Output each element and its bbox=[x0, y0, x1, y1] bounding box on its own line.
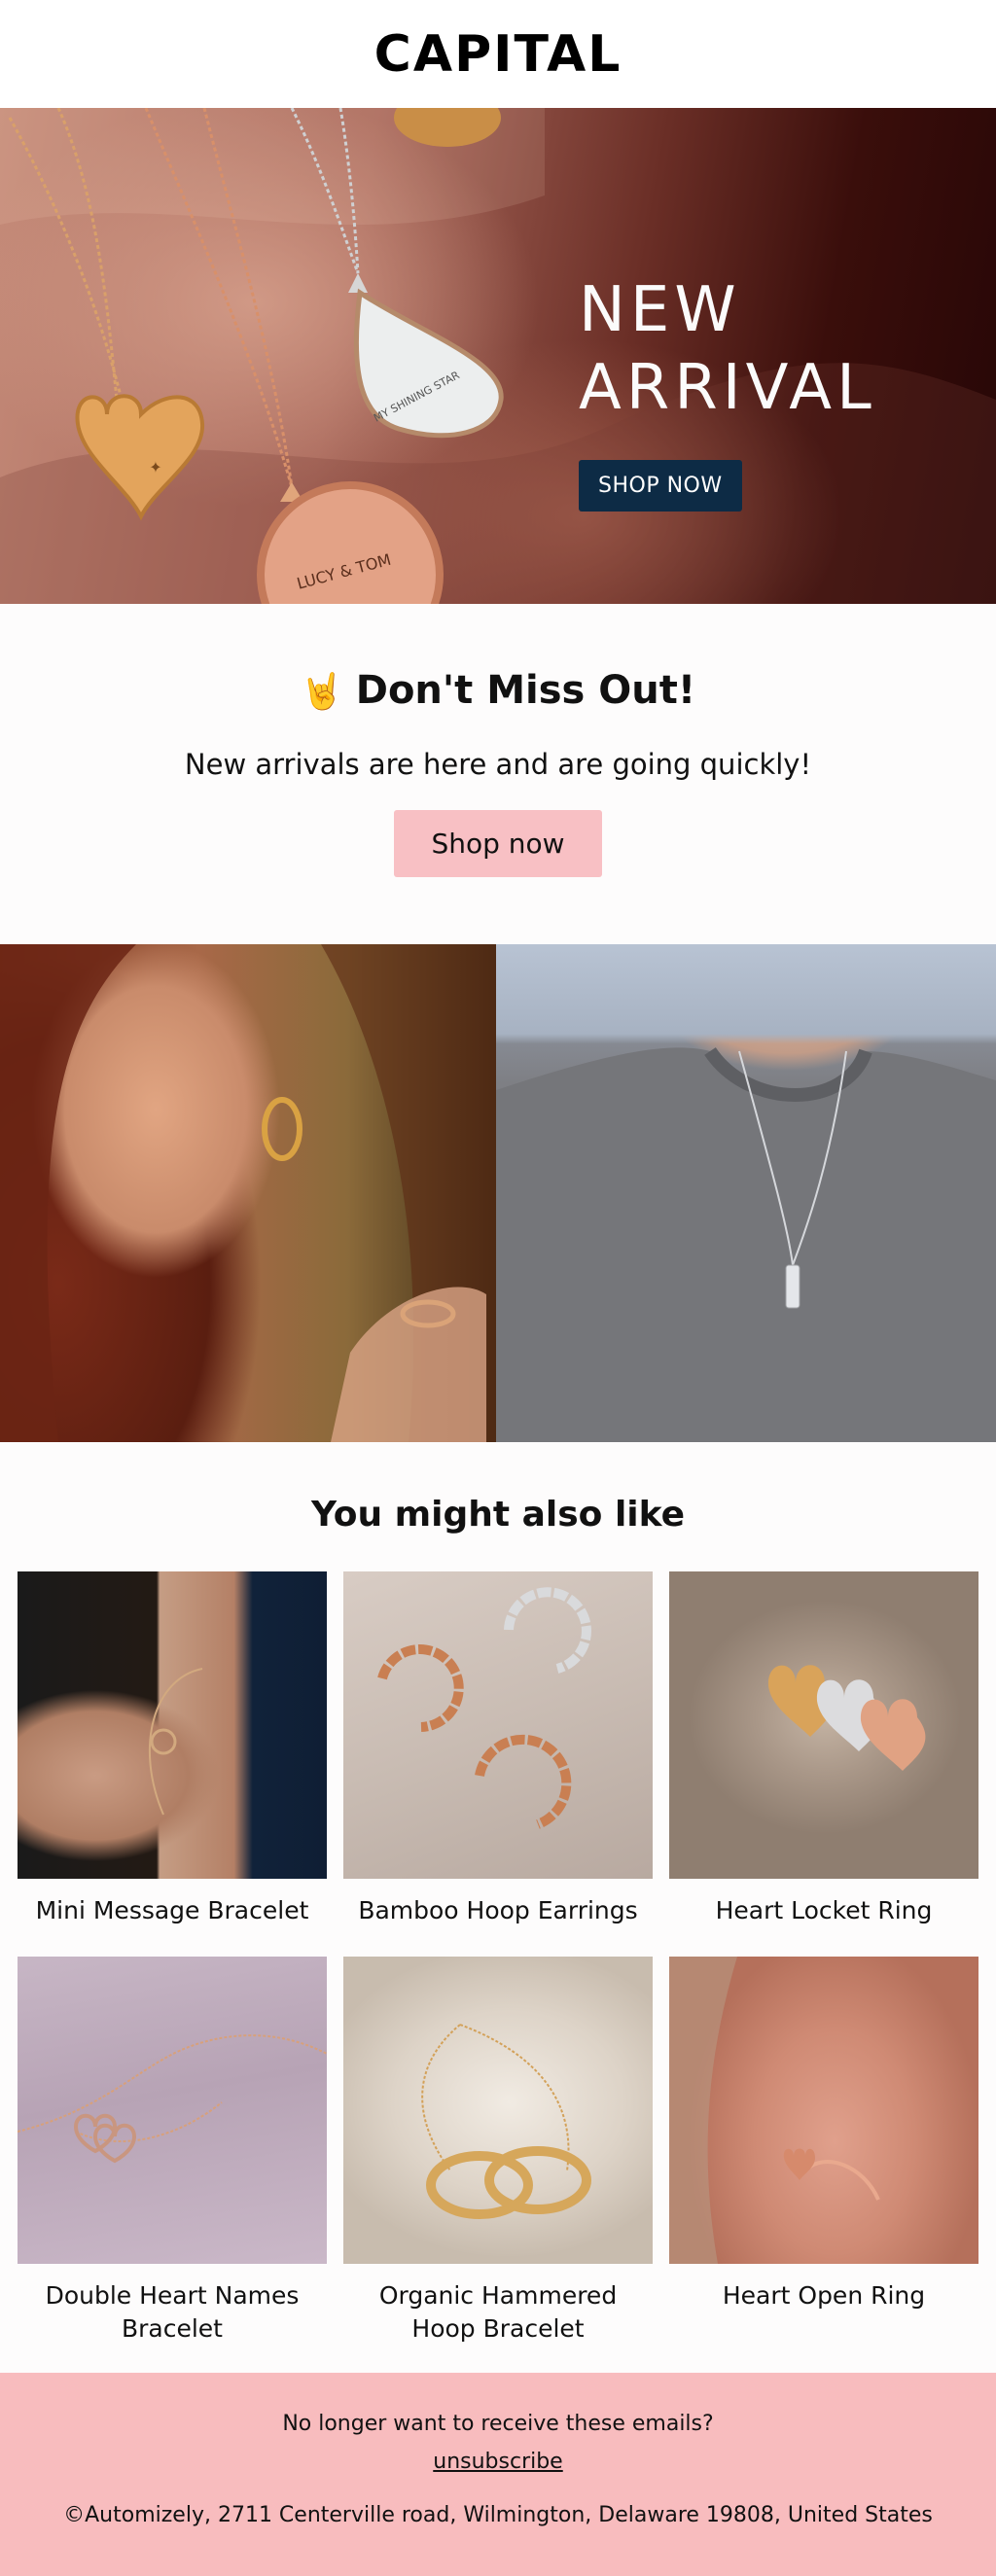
woman-earring-illustration bbox=[0, 944, 496, 1442]
footer-question: No longer want to receive these emails? bbox=[282, 2412, 714, 2436]
unsubscribe-link[interactable]: unsubscribe bbox=[433, 2450, 562, 2474]
man-necklace-illustration bbox=[496, 1046, 996, 1442]
svg-text:✦: ✦ bbox=[149, 458, 161, 476]
product-card[interactable]: Heart Open Ring bbox=[669, 1957, 978, 2346]
bracelet-illustration bbox=[148, 1668, 203, 1816]
product-image-bamboo-hoop-earrings[interactable] bbox=[343, 1571, 653, 1879]
shop-now-button[interactable]: SHOP NOW bbox=[579, 460, 742, 512]
heart-ring-illustration bbox=[669, 1957, 880, 2264]
rock-hand-icon: 🤘 bbox=[300, 672, 344, 712]
product-card[interactable]: Organic Hammered Hoop Bracelet bbox=[343, 1957, 653, 2346]
product-image-mini-message-bracelet[interactable] bbox=[18, 1571, 327, 1879]
man-necklace-photo[interactable] bbox=[496, 944, 996, 1442]
product-card[interactable]: Bamboo Hoop Earrings bbox=[343, 1571, 653, 1927]
email-header: CAPITAL bbox=[0, 0, 996, 108]
product-name[interactable]: Bamboo Hoop Earrings bbox=[343, 1894, 653, 1927]
hero-banner[interactable]: ✦ MY SHINING STAR LUCY & TOM NEW ARRIVAL… bbox=[0, 108, 996, 604]
product-image-heart-locket-ring[interactable] bbox=[669, 1571, 978, 1879]
promo-section: 🤘 Don't Miss Out! New arrivals are here a… bbox=[0, 604, 996, 944]
earrings-illustration bbox=[377, 1587, 591, 1829]
lifestyle-photos bbox=[0, 944, 996, 1442]
promo-title-text: Don't Miss Out! bbox=[355, 668, 696, 713]
product-image-double-heart-names-bracelet[interactable] bbox=[18, 1957, 327, 2264]
product-name[interactable]: Double Heart Names Bracelet bbox=[18, 2279, 327, 2346]
promo-subtitle: New arrivals are here and are going quic… bbox=[184, 748, 812, 781]
product-name[interactable]: Heart Locket Ring bbox=[669, 1894, 978, 1927]
hero-title: NEW ARRIVAL bbox=[579, 274, 876, 424]
recommendations-section: You might also like Mini Message Bracele… bbox=[0, 1442, 996, 2373]
promo-title: 🤘 Don't Miss Out! bbox=[0, 668, 996, 713]
double-heart-bracelet-illustration bbox=[18, 2034, 327, 2164]
promo-shop-now-button[interactable]: Shop now bbox=[394, 810, 602, 877]
product-image-organic-hammered-hoop-bracelet[interactable] bbox=[343, 1957, 653, 2264]
product-card[interactable]: Mini Message Bracelet bbox=[18, 1571, 327, 1927]
email-footer: No longer want to receive these emails? … bbox=[0, 2373, 996, 2576]
brand-logo[interactable]: CAPITAL bbox=[374, 25, 622, 84]
hoop-bracelet-illustration bbox=[421, 2024, 591, 2219]
recommendations-title: You might also like bbox=[310, 1495, 686, 1535]
product-card[interactable]: Heart Locket Ring bbox=[669, 1571, 978, 1927]
woman-earring-photo[interactable] bbox=[0, 944, 496, 1442]
product-name[interactable]: Heart Open Ring bbox=[669, 2279, 978, 2312]
product-image-heart-open-ring[interactable] bbox=[669, 1957, 978, 2264]
product-card[interactable]: Double Heart Names Bracelet bbox=[18, 1957, 327, 2346]
rings-illustration bbox=[767, 1665, 926, 1771]
footer-address: ©Automizely, 2711 Centerville road, Wilm… bbox=[63, 2503, 933, 2527]
product-name[interactable]: Organic Hammered Hoop Bracelet bbox=[343, 2279, 653, 2346]
product-grid: Mini Message Bracelet Bamboo Hoop Earrin… bbox=[18, 1571, 978, 2346]
product-name[interactable]: Mini Message Bracelet bbox=[18, 1894, 327, 1927]
hero-text-block: NEW ARRIVAL SHOP NOW bbox=[579, 271, 876, 512]
